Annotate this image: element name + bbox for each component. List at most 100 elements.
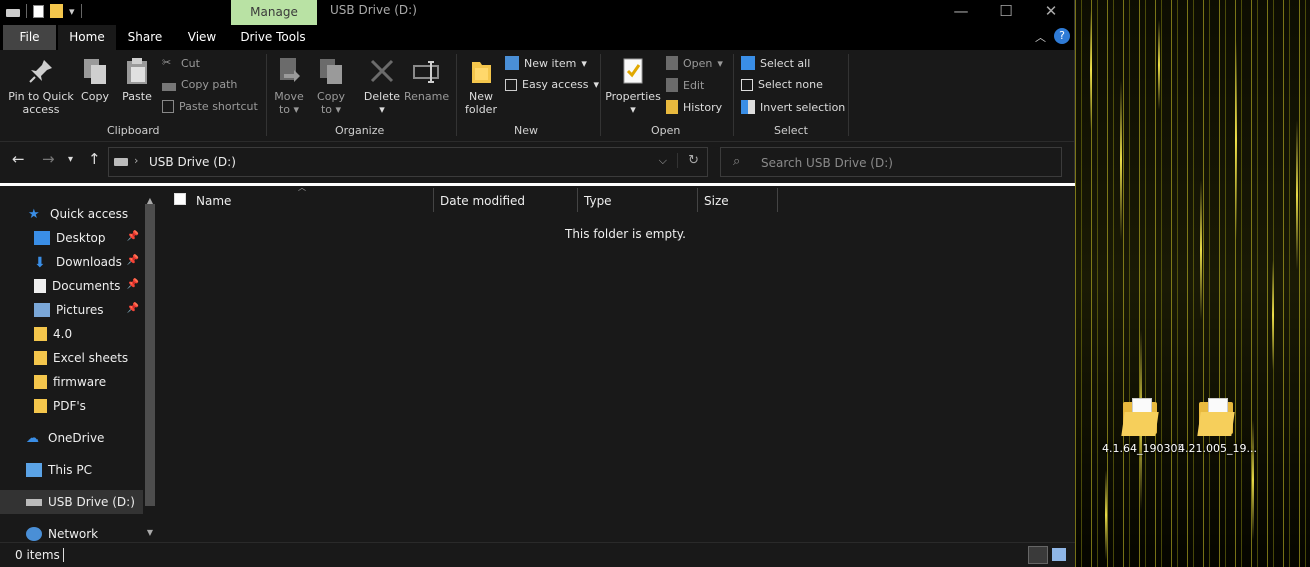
copy-path-button[interactable]: Copy path bbox=[162, 78, 237, 91]
properties-dropdown-icon[interactable]: ▾ bbox=[604, 103, 662, 116]
properties-icon bbox=[618, 56, 648, 86]
sidebar-item-label: Network bbox=[48, 527, 99, 541]
column-divider[interactable] bbox=[577, 188, 578, 212]
edit-button[interactable]: Edit bbox=[666, 78, 704, 92]
select-all-checkbox[interactable] bbox=[174, 193, 186, 205]
delete-x-icon bbox=[367, 56, 397, 86]
column-header-size[interactable]: Size bbox=[704, 190, 776, 212]
select-none-label: Select none bbox=[758, 78, 823, 91]
select-none-button[interactable]: Select none bbox=[741, 78, 823, 91]
history-button[interactable]: History bbox=[666, 100, 722, 114]
paste-label: Paste bbox=[122, 90, 152, 103]
sidebar-item-pdfs[interactable]: PDF's bbox=[0, 394, 143, 418]
new-folder-button[interactable]: New folder bbox=[462, 54, 500, 116]
ribbon-tabs: File Home Share View Drive Tools ︿ ? bbox=[0, 25, 1074, 50]
sidebar-item-excel-sheets[interactable]: Excel sheets bbox=[0, 346, 143, 370]
collapse-ribbon-icon[interactable]: ︿ bbox=[1035, 29, 1046, 45]
breadcrumb-path[interactable]: USB Drive (D:) bbox=[149, 155, 236, 169]
column-divider[interactable] bbox=[697, 188, 698, 212]
recent-locations-chevron-icon[interactable]: ▾ bbox=[68, 154, 73, 165]
refresh-icon[interactable]: ↻ bbox=[677, 153, 699, 168]
sidebar-item-firmware[interactable]: firmware bbox=[0, 370, 143, 394]
delete-dropdown-icon[interactable]: ▾ bbox=[362, 103, 402, 116]
star-icon: ★ bbox=[28, 207, 40, 222]
breadcrumb-chevron-icon[interactable]: › bbox=[134, 154, 138, 167]
delete-button[interactable]: Delete ▾ bbox=[362, 54, 402, 116]
column-divider[interactable] bbox=[777, 188, 778, 212]
column-header-name[interactable]: Name bbox=[196, 190, 432, 212]
scrollbar-thumb[interactable] bbox=[145, 204, 155, 506]
desktop-icon-folder-2[interactable]: 4.21.005_19... bbox=[1178, 398, 1257, 455]
paste-button[interactable]: Paste bbox=[120, 54, 154, 103]
drive-icon bbox=[114, 158, 128, 166]
tab-manage-context[interactable]: Manage bbox=[231, 0, 317, 25]
back-arrow-icon[interactable]: ← bbox=[12, 150, 25, 168]
properties-icon[interactable] bbox=[33, 4, 44, 18]
quick-access-toolbar: ▾ bbox=[6, 4, 82, 18]
scroll-down-icon[interactable]: ▼ bbox=[145, 528, 155, 537]
tab-view[interactable]: View bbox=[180, 25, 224, 50]
easy-access-button[interactable]: Easy access ▾ bbox=[505, 78, 599, 91]
sidebar-item-usb-drive[interactable]: USB Drive (D:) bbox=[0, 490, 143, 514]
minimize-button[interactable]: — bbox=[938, 0, 984, 25]
tab-share[interactable]: Share bbox=[122, 25, 168, 50]
sidebar-item-4-0[interactable]: 4.0 bbox=[0, 322, 143, 346]
help-icon[interactable]: ? bbox=[1054, 28, 1070, 44]
pin-icon bbox=[26, 56, 56, 86]
paste-shortcut-button[interactable]: Paste shortcut bbox=[162, 100, 258, 113]
copy-to-label-line2: to ▾ bbox=[320, 103, 342, 116]
column-header-type[interactable]: Type bbox=[584, 190, 696, 212]
new-folder-label-line2: folder bbox=[465, 103, 497, 116]
open-button[interactable]: Open ▾ bbox=[666, 56, 723, 70]
select-all-button[interactable]: Select all bbox=[741, 56, 810, 70]
up-arrow-icon[interactable]: ↑ bbox=[88, 150, 101, 168]
status-bar: 0 items bbox=[0, 542, 1075, 567]
edit-icon bbox=[666, 78, 678, 92]
column-header-date-modified[interactable]: Date modified bbox=[440, 190, 576, 212]
sidebar-item-desktop[interactable]: Desktop 📌 bbox=[0, 226, 143, 250]
new-item-button[interactable]: New item ▾ bbox=[505, 56, 587, 70]
address-history-chevron-icon[interactable]: ⌵ bbox=[659, 154, 667, 168]
sidebar-item-this-pc[interactable]: This PC bbox=[0, 458, 143, 482]
sidebar-item-documents[interactable]: Documents 📌 bbox=[0, 274, 143, 298]
sidebar-item-quick-access[interactable]: ★ Quick access bbox=[0, 202, 143, 226]
maximize-button[interactable]: ☐ bbox=[983, 0, 1029, 25]
rename-button[interactable]: Rename bbox=[404, 54, 449, 103]
copy-button[interactable]: Copy bbox=[78, 54, 112, 103]
address-row: ← → ▾ ↑ › USB Drive (D:) ⌵ ↻ ⌕ Search US… bbox=[0, 142, 1074, 180]
customize-toolbar-icon[interactable]: ▾ bbox=[69, 5, 75, 18]
title-bar: ▾ Manage USB Drive (D:) — ☐ ✕ bbox=[0, 0, 1074, 25]
details-view-icon[interactable] bbox=[1028, 546, 1048, 564]
sidebar-item-downloads[interactable]: ⬇ Downloads 📌 bbox=[0, 250, 143, 274]
tab-home[interactable]: Home bbox=[58, 25, 116, 50]
chevron-down-icon: ▾ bbox=[717, 56, 723, 70]
move-to-label-line2: to ▾ bbox=[278, 103, 300, 116]
tab-drive-tools[interactable]: Drive Tools bbox=[238, 25, 308, 50]
sidebar-item-pictures[interactable]: Pictures 📌 bbox=[0, 298, 143, 322]
properties-button[interactable]: Properties ▾ bbox=[604, 54, 662, 116]
history-label: History bbox=[683, 100, 723, 114]
desktop-icon-label: 4.21.005_19... bbox=[1178, 442, 1257, 455]
sidebar-scrollbar[interactable]: ▲ ▼ bbox=[143, 196, 157, 542]
desktop-icon-folder-1[interactable]: 4.1.64_190305 bbox=[1102, 398, 1184, 455]
large-icons-view-icon[interactable] bbox=[1052, 548, 1066, 561]
sidebar-item-onedrive[interactable]: ☁ OneDrive bbox=[0, 426, 143, 450]
move-to-button[interactable]: Move to ▾ bbox=[272, 54, 306, 116]
copy-to-button[interactable]: Copy to ▾ bbox=[314, 54, 348, 116]
new-folder-icon[interactable] bbox=[50, 4, 63, 18]
scissors-icon: ✂ bbox=[162, 56, 172, 69]
pin-to-quick-access-button[interactable]: Pin to Quick access bbox=[6, 54, 76, 116]
invert-selection-button[interactable]: Invert selection bbox=[741, 100, 845, 114]
ribbon: Pin to Quick access Copy Paste ✂ Cut Cop… bbox=[0, 50, 1074, 142]
column-divider[interactable] bbox=[433, 188, 434, 212]
cut-button[interactable]: ✂ Cut bbox=[162, 56, 200, 70]
close-button[interactable]: ✕ bbox=[1028, 0, 1074, 25]
network-icon bbox=[26, 527, 42, 541]
delete-label: Delete bbox=[363, 90, 401, 103]
address-bar[interactable]: › USB Drive (D:) ⌵ ↻ bbox=[108, 147, 708, 177]
tab-file[interactable]: File bbox=[3, 25, 56, 50]
forward-arrow-icon[interactable]: → bbox=[42, 150, 55, 168]
documents-icon bbox=[34, 279, 46, 293]
copy-icon bbox=[80, 56, 110, 86]
search-input[interactable]: ⌕ Search USB Drive (D:) bbox=[720, 147, 1062, 177]
